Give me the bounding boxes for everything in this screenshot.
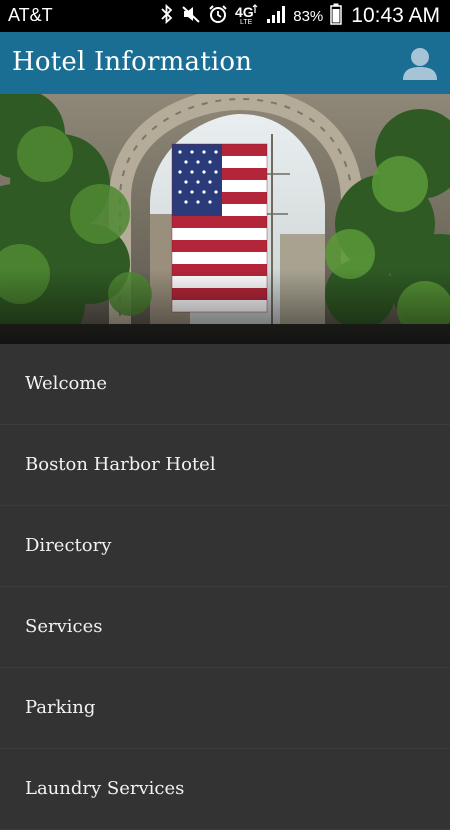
hotel-menu: Welcome Boston Harbor Hotel Directory Se… <box>0 344 450 830</box>
menu-item-label: Directory <box>25 535 112 556</box>
battery-icon <box>330 3 343 30</box>
person-icon <box>403 48 437 80</box>
status-bar: AT&T 4G LTE 83% 10:43 AM <box>0 0 450 32</box>
menu-item-parking[interactable]: Parking <box>0 668 450 749</box>
menu-item-label: Boston Harbor Hotel <box>25 454 216 475</box>
carrier-label: AT&T <box>8 5 53 25</box>
menu-item-laundry-services[interactable]: Laundry Services <box>0 749 450 830</box>
page-title: Hotel Information <box>12 47 253 77</box>
status-icons: 4G LTE 83% 10:43 AM <box>160 0 440 32</box>
battery-percent: 83% <box>293 7 324 25</box>
menu-item-services[interactable]: Services <box>0 587 450 668</box>
alarm-icon <box>208 4 228 29</box>
profile-button[interactable] <box>400 44 440 84</box>
app-bar: Hotel Information <box>0 32 450 94</box>
mute-icon <box>181 4 201 29</box>
menu-item-label: Services <box>25 616 103 637</box>
signal-icon <box>266 4 286 29</box>
svg-text:4G: 4G <box>235 4 254 20</box>
menu-item-label: Parking <box>25 697 96 718</box>
menu-item-welcome[interactable]: Welcome <box>0 344 450 425</box>
menu-item-boston-harbor-hotel[interactable]: Boston Harbor Hotel <box>0 425 450 506</box>
network-4g-icon: 4G LTE <box>235 3 259 30</box>
clock: 10:43 AM <box>351 4 440 27</box>
svg-text:LTE: LTE <box>240 19 253 25</box>
hero-image <box>0 94 450 344</box>
hero-photo <box>0 94 450 344</box>
menu-item-label: Laundry Services <box>25 778 185 799</box>
bluetooth-icon <box>160 3 174 29</box>
menu-item-directory[interactable]: Directory <box>0 506 450 587</box>
menu-item-label: Welcome <box>25 373 108 394</box>
